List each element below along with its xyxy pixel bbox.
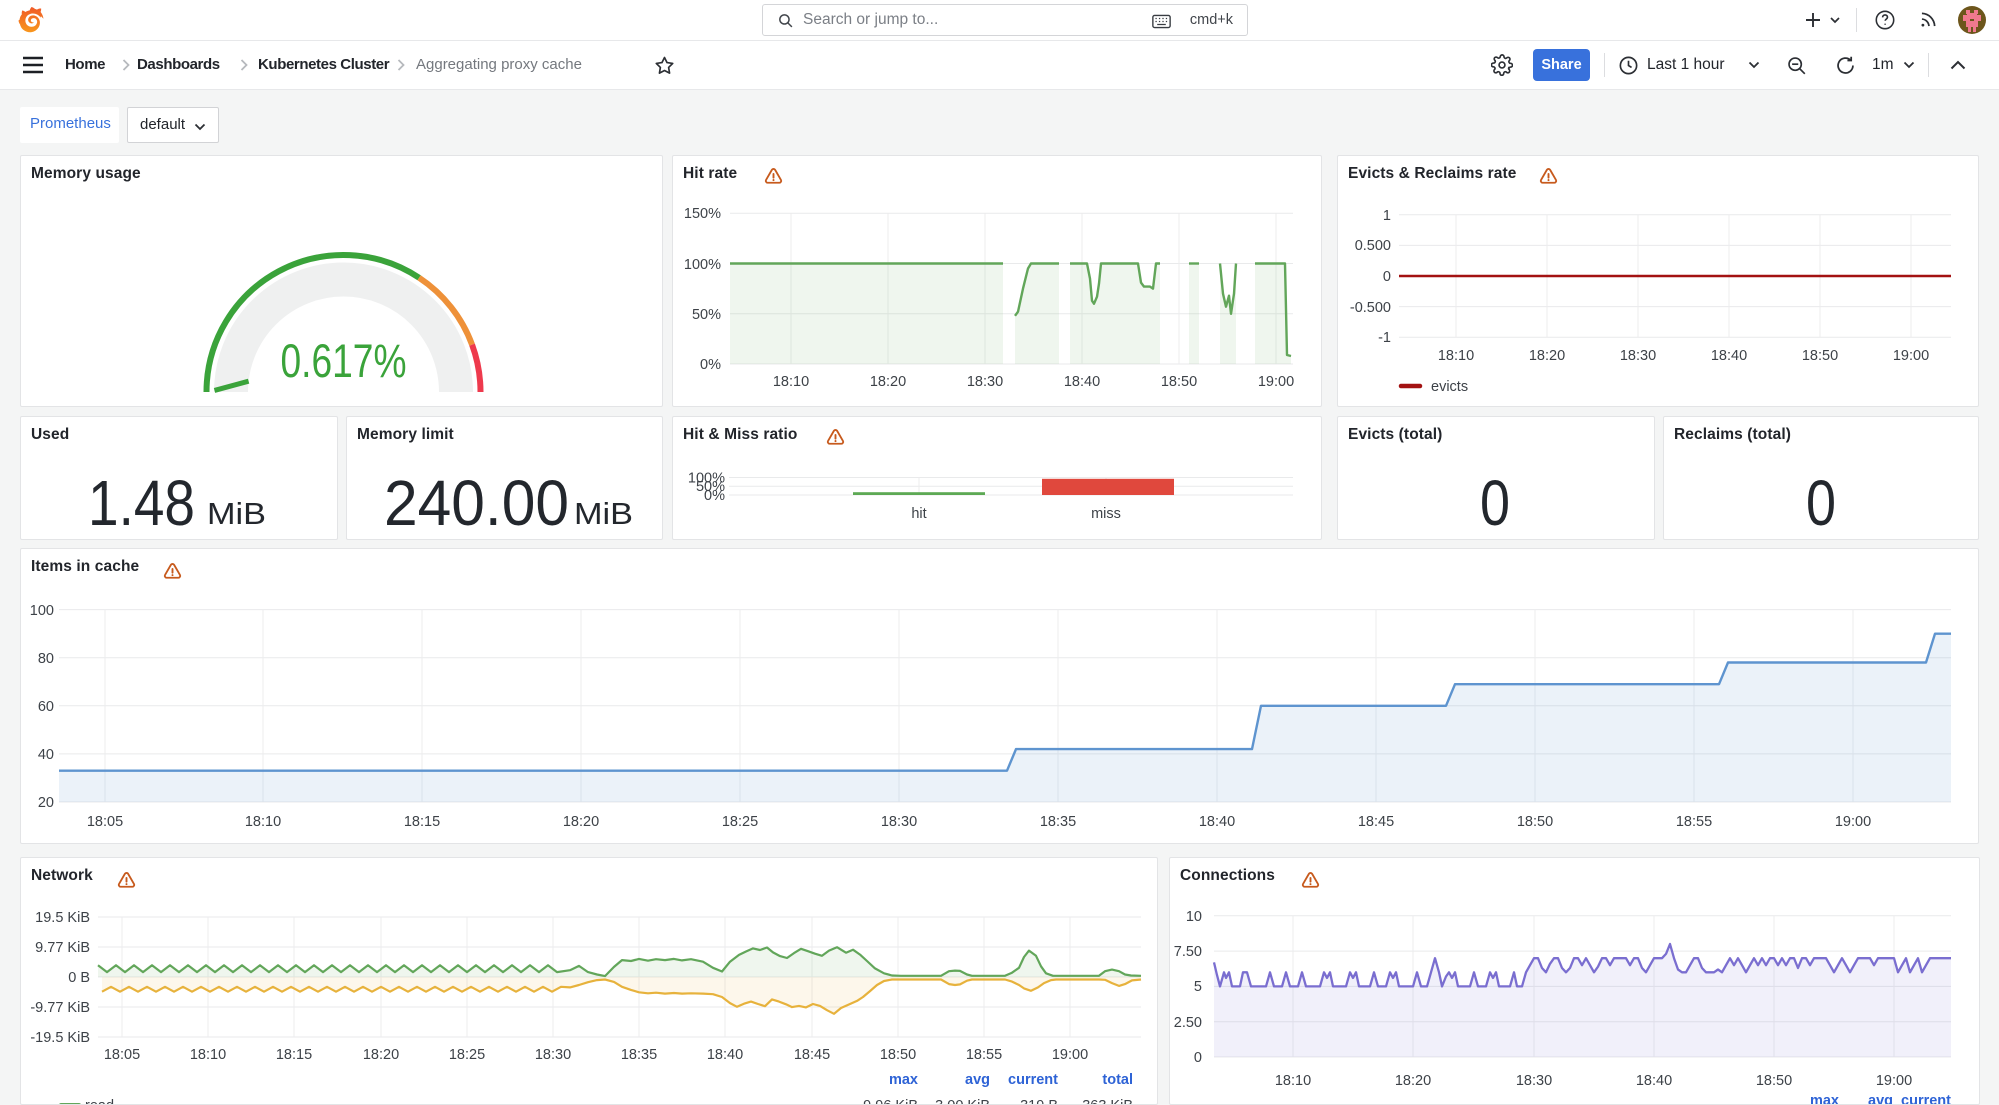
svg-text:18:10: 18:10 — [245, 814, 281, 830]
svg-text:100%: 100% — [684, 257, 721, 273]
svg-text:18:35: 18:35 — [1040, 814, 1076, 830]
svg-text:max: max — [1810, 1093, 1839, 1105]
svg-text:19.5 KiB: 19.5 KiB — [35, 910, 90, 926]
svg-text:19:00: 19:00 — [1876, 1073, 1912, 1089]
svg-text:18:25: 18:25 — [722, 814, 758, 830]
svg-text:5: 5 — [1194, 979, 1202, 995]
svg-text:3.00 KiB: 3.00 KiB — [935, 1098, 990, 1105]
svg-text:18:55: 18:55 — [1676, 814, 1712, 830]
svg-text:avg: avg — [965, 1072, 990, 1088]
svg-text:18:50: 18:50 — [1161, 374, 1197, 390]
svg-text:current: current — [1901, 1093, 1951, 1105]
svg-text:18:30: 18:30 — [881, 814, 917, 830]
svg-text:0.500: 0.500 — [1355, 238, 1391, 254]
svg-text:0: 0 — [1480, 467, 1510, 539]
svg-text:18:50: 18:50 — [880, 1047, 916, 1063]
svg-text:19:00: 19:00 — [1893, 348, 1929, 364]
svg-text:MiB: MiB — [207, 496, 266, 531]
svg-text:18:40: 18:40 — [1199, 814, 1235, 830]
svg-text:-1: -1 — [1378, 330, 1391, 346]
svg-text:10: 10 — [1186, 909, 1202, 925]
svg-text:evicts: evicts — [1431, 379, 1468, 395]
svg-text:18:30: 18:30 — [1516, 1073, 1552, 1089]
svg-text:hit: hit — [911, 506, 926, 522]
svg-text:0: 0 — [1383, 269, 1391, 285]
svg-text:0.617%: 0.617% — [281, 334, 407, 387]
svg-text:0: 0 — [1194, 1050, 1202, 1066]
svg-text:18:40: 18:40 — [1064, 374, 1100, 390]
svg-text:-19.5 KiB: -19.5 KiB — [30, 1030, 90, 1046]
svg-text:max: max — [889, 1072, 918, 1088]
svg-text:0%: 0% — [700, 357, 721, 373]
svg-text:19:00: 19:00 — [1052, 1047, 1088, 1063]
svg-text:-9.77 KiB: -9.77 KiB — [30, 1000, 90, 1016]
svg-text:50%: 50% — [692, 307, 721, 323]
svg-text:18:10: 18:10 — [1275, 1073, 1311, 1089]
svg-text:19:00: 19:00 — [1258, 374, 1294, 390]
svg-text:total: total — [1102, 1072, 1133, 1088]
svg-text:avg: avg — [1868, 1093, 1893, 1105]
svg-text:18:10: 18:10 — [190, 1047, 226, 1063]
svg-text:miss: miss — [1091, 506, 1121, 522]
svg-text:7.50: 7.50 — [1174, 944, 1202, 960]
svg-text:18:20: 18:20 — [870, 374, 906, 390]
svg-text:60: 60 — [38, 699, 54, 715]
svg-text:18:35: 18:35 — [621, 1047, 657, 1063]
svg-text:18:30: 18:30 — [1620, 348, 1656, 364]
svg-text:18:45: 18:45 — [1358, 814, 1394, 830]
svg-text:0%: 0% — [704, 488, 725, 504]
svg-text:18:20: 18:20 — [1395, 1073, 1431, 1089]
svg-text:18:05: 18:05 — [104, 1047, 140, 1063]
svg-text:18:40: 18:40 — [1711, 348, 1747, 364]
svg-text:18:50: 18:50 — [1802, 348, 1838, 364]
svg-text:18:20: 18:20 — [563, 814, 599, 830]
svg-text:319 B: 319 B — [1020, 1098, 1058, 1105]
svg-text:0: 0 — [1806, 467, 1836, 539]
svg-text:20: 20 — [38, 795, 54, 811]
svg-text:MiB: MiB — [574, 496, 633, 531]
svg-text:current: current — [1008, 1072, 1058, 1088]
svg-text:40: 40 — [38, 747, 54, 763]
svg-text:18:50: 18:50 — [1756, 1073, 1792, 1089]
svg-text:150%: 150% — [684, 206, 721, 222]
svg-text:1: 1 — [1383, 208, 1391, 224]
svg-text:18:15: 18:15 — [404, 814, 440, 830]
svg-text:18:40: 18:40 — [707, 1047, 743, 1063]
svg-text:18:10: 18:10 — [1438, 348, 1474, 364]
svg-text:18:40: 18:40 — [1636, 1073, 1672, 1089]
svg-text:18:45: 18:45 — [794, 1047, 830, 1063]
svg-text:0 B: 0 B — [68, 970, 90, 986]
svg-text:-0.500: -0.500 — [1350, 300, 1391, 316]
svg-text:18:15: 18:15 — [276, 1047, 312, 1063]
svg-text:18:50: 18:50 — [1517, 814, 1553, 830]
svg-text:18:10: 18:10 — [773, 374, 809, 390]
svg-text:9.77 KiB: 9.77 KiB — [35, 940, 90, 956]
svg-text:19:00: 19:00 — [1835, 814, 1871, 830]
svg-text:100: 100 — [30, 603, 54, 619]
svg-text:18:20: 18:20 — [363, 1047, 399, 1063]
svg-text:18:30: 18:30 — [967, 374, 1003, 390]
svg-text:read: read — [85, 1098, 114, 1105]
svg-text:9.96 KiB: 9.96 KiB — [863, 1098, 918, 1105]
svg-text:18:25: 18:25 — [449, 1047, 485, 1063]
svg-text:18:55: 18:55 — [966, 1047, 1002, 1063]
svg-text:363 KiB: 363 KiB — [1082, 1098, 1133, 1105]
svg-text:80: 80 — [38, 651, 54, 667]
svg-text:1.48: 1.48 — [88, 467, 195, 539]
svg-text:240.00: 240.00 — [384, 467, 569, 539]
svg-text:18:05: 18:05 — [87, 814, 123, 830]
svg-text:18:20: 18:20 — [1529, 348, 1565, 364]
svg-text:2.50: 2.50 — [1174, 1015, 1202, 1031]
svg-text:18:30: 18:30 — [535, 1047, 571, 1063]
